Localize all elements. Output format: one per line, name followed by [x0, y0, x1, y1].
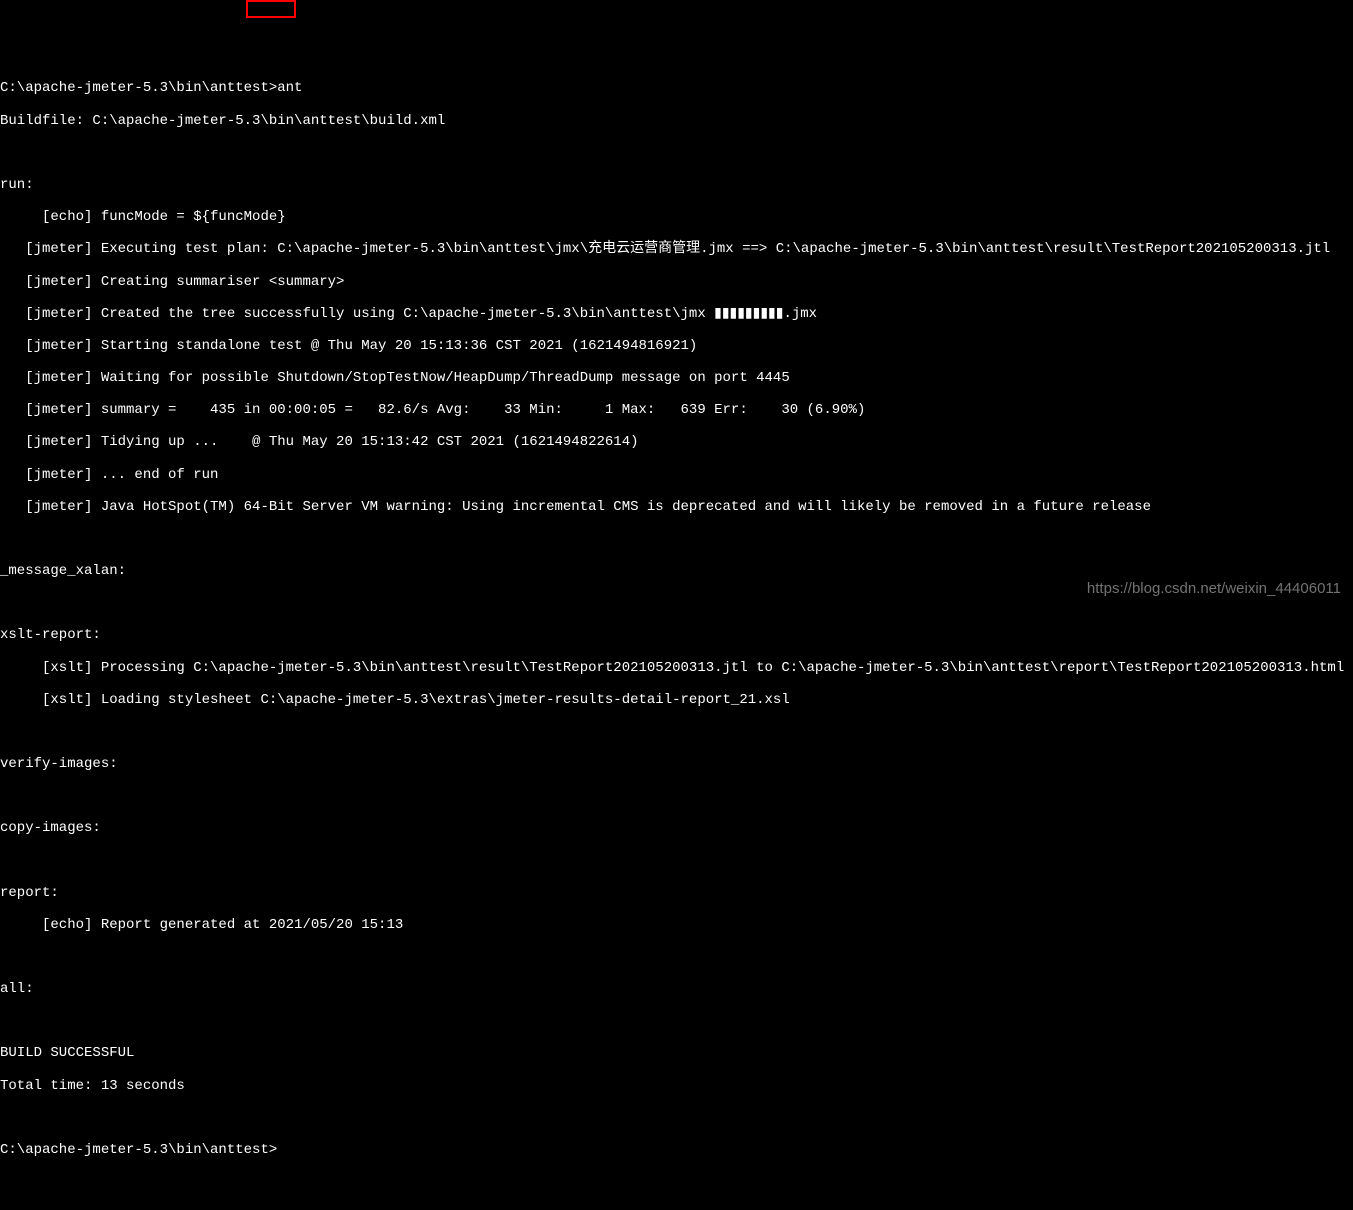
- blank-line: [0, 1013, 1353, 1029]
- blank-line: [0, 724, 1353, 740]
- total-time: Total time: 13 seconds: [0, 1078, 1353, 1094]
- all-target: all:: [0, 981, 1353, 997]
- prompt-command: >ant: [269, 80, 303, 96]
- jmeter-tidying: [jmeter] Tidying up ... @ Thu May 20 15:…: [0, 434, 1353, 450]
- jmeter-summariser: [jmeter] Creating summariser <summary>: [0, 274, 1353, 290]
- blank-line: [0, 595, 1353, 611]
- terminal-output[interactable]: C:\apache-jmeter-5.3\bin\anttest>ant Bui…: [0, 64, 1353, 1174]
- prompt-line: C:\apache-jmeter-5.3\bin\anttest>ant: [0, 80, 1353, 96]
- jmeter-created-tree: [jmeter] Created the tree successfully u…: [0, 306, 1353, 322]
- blank-line: [0, 788, 1353, 804]
- verify-images-target: verify-images:: [0, 756, 1353, 772]
- watermark-text: https://blog.csdn.net/weixin_44406011: [1087, 580, 1341, 597]
- jmeter-summary: [jmeter] summary = 435 in 00:00:05 = 82.…: [0, 402, 1353, 418]
- prompt-line-end[interactable]: C:\apache-jmeter-5.3\bin\anttest>: [0, 1142, 1353, 1158]
- xslt-report-target: xslt-report:: [0, 627, 1353, 643]
- buildfile-line: Buildfile: C:\apache-jmeter-5.3\bin\antt…: [0, 113, 1353, 129]
- prompt-path: C:\apache-jmeter-5.3\bin\anttest: [0, 80, 269, 96]
- blank-line: [0, 1110, 1353, 1126]
- jmeter-executing: [jmeter] Executing test plan: C:\apache-…: [0, 241, 1353, 257]
- blank-line: [0, 853, 1353, 869]
- blank-line: [0, 145, 1353, 161]
- jmeter-warning: [jmeter] Java HotSpot(TM) 64-Bit Server …: [0, 499, 1353, 515]
- build-successful: BUILD SUCCESSFUL: [0, 1045, 1353, 1061]
- jmeter-starting: [jmeter] Starting standalone test @ Thu …: [0, 338, 1353, 354]
- jmeter-end-run: [jmeter] ... end of run: [0, 467, 1353, 483]
- copy-images-target: copy-images:: [0, 820, 1353, 836]
- message-xalan-target: _message_xalan:: [0, 563, 1353, 579]
- report-echo: [echo] Report generated at 2021/05/20 15…: [0, 917, 1353, 933]
- blank-line: [0, 531, 1353, 547]
- xslt-processing: [xslt] Processing C:\apache-jmeter-5.3\b…: [0, 660, 1353, 676]
- xslt-loading: [xslt] Loading stylesheet C:\apache-jmet…: [0, 692, 1353, 708]
- red-highlight-box: [246, 0, 296, 18]
- report-target: report:: [0, 885, 1353, 901]
- run-target: run:: [0, 177, 1353, 193]
- echo-funcmode: [echo] funcMode = ${funcMode}: [0, 209, 1353, 225]
- jmeter-waiting: [jmeter] Waiting for possible Shutdown/S…: [0, 370, 1353, 386]
- blank-line: [0, 949, 1353, 965]
